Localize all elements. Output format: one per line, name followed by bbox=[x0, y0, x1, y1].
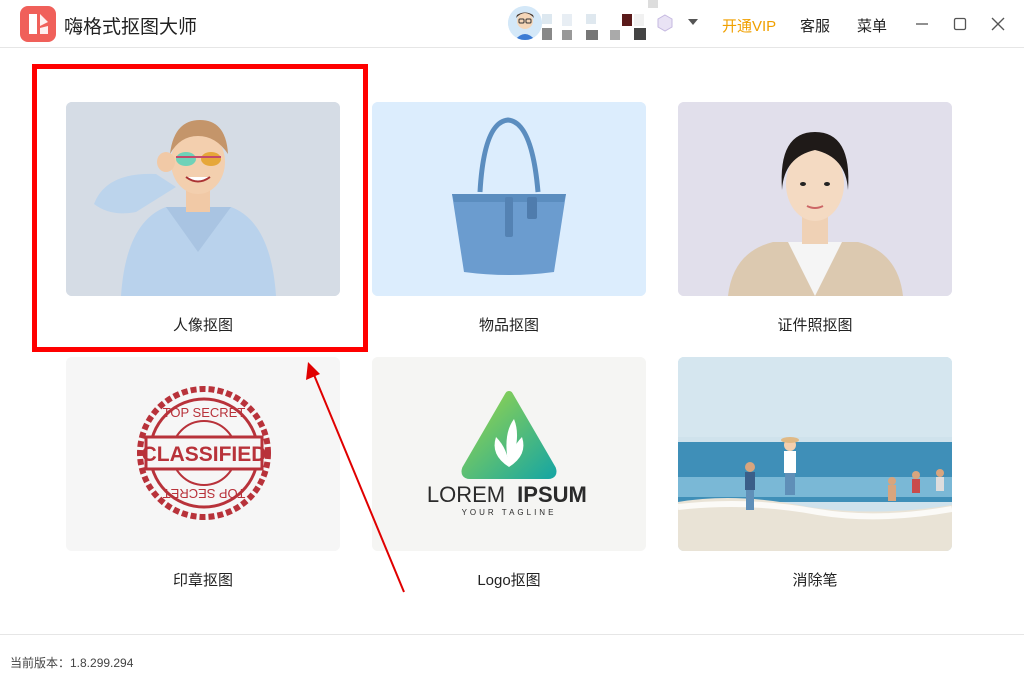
app-title: 嗨格式抠图大师 bbox=[64, 17, 198, 38]
minimize-icon[interactable] bbox=[912, 14, 932, 34]
customer-service-link[interactable]: 客服 bbox=[800, 15, 830, 36]
card-label-logo[interactable]: Logo抠图 bbox=[372, 569, 646, 590]
menu-button[interactable]: 菜单 bbox=[857, 15, 887, 36]
card-label-eraser[interactable]: 消除笔 bbox=[678, 569, 952, 590]
highlight-box bbox=[32, 64, 368, 352]
sample-logo-image: LOREM IPSUM YOUR TAGLINE bbox=[372, 357, 646, 551]
object-cutout-card[interactable] bbox=[372, 102, 646, 296]
status-bar: 当前版本：1.8.299.294 bbox=[0, 634, 1024, 680]
stamp-image: CLASSIFIED TOP SECRET TOP SECRET bbox=[66, 357, 340, 551]
logo-word2: IPSUM bbox=[517, 482, 587, 507]
logo-tagline: YOUR TAGLINE bbox=[462, 508, 557, 517]
user-avatar[interactable] bbox=[508, 6, 542, 40]
card-label-seal[interactable]: 印章抠图 bbox=[66, 569, 340, 590]
stamp-bottom-text: TOP SECRET bbox=[163, 486, 246, 501]
woman-portrait-image bbox=[678, 102, 952, 296]
maximize-icon[interactable] bbox=[950, 14, 970, 34]
version-label: 当前版本：1.8.299.294 bbox=[10, 656, 134, 670]
title-bar: 嗨格式抠图大师 开通VIP 客服 菜单 bbox=[0, 0, 1024, 48]
beach-image bbox=[678, 357, 952, 551]
stamp-top-text: TOP SECRET bbox=[163, 405, 246, 420]
handbag-image bbox=[372, 102, 646, 296]
eraser-card[interactable] bbox=[678, 357, 952, 551]
app-logo-icon bbox=[20, 6, 56, 42]
close-icon[interactable] bbox=[988, 14, 1008, 34]
card-label-object[interactable]: 物品抠图 bbox=[372, 314, 646, 335]
stamp-center-text: CLASSIFIED bbox=[142, 443, 267, 466]
id-photo-cutout-card[interactable] bbox=[678, 102, 952, 296]
level-badge-icon bbox=[656, 14, 674, 37]
chevron-down-icon[interactable] bbox=[688, 19, 698, 25]
seal-cutout-card[interactable]: CLASSIFIED TOP SECRET TOP SECRET bbox=[66, 357, 340, 551]
logo-word1: LOREM bbox=[427, 482, 505, 507]
card-label-id-photo[interactable]: 证件照抠图 bbox=[678, 314, 952, 335]
open-vip-link[interactable]: 开通VIP bbox=[722, 15, 776, 36]
logo-cutout-card[interactable]: LOREM IPSUM YOUR TAGLINE bbox=[372, 357, 646, 551]
